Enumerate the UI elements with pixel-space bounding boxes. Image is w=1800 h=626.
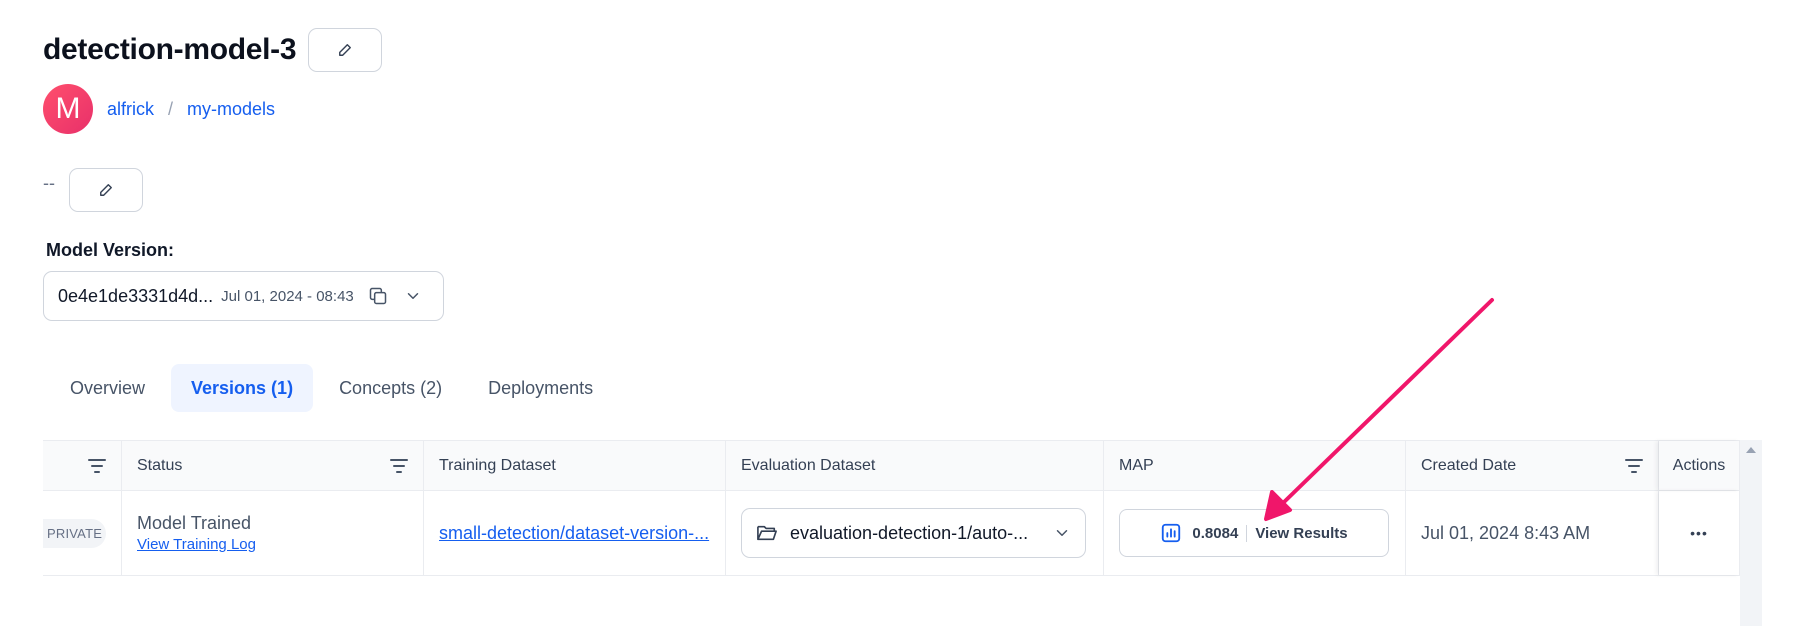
tab-overview[interactable]: Overview [50,364,165,412]
table-header-map: MAP [1104,441,1406,490]
breadcrumb-app-link[interactable]: my-models [187,99,275,120]
table-header-actions: Actions [1659,441,1740,490]
pencil-icon [339,44,352,56]
filter-icon[interactable] [87,458,107,474]
breadcrumb-user-link[interactable]: alfrick [107,99,154,120]
tab-versions[interactable]: Versions (1) [171,364,314,412]
created-date-cell: Jul 01, 2024 8:43 AM [1406,491,1659,575]
table-header-visibility [43,441,122,490]
chevron-down-icon[interactable] [404,287,422,305]
map-value: 0.8084 [1192,524,1248,542]
breadcrumb-separator: / [168,98,174,119]
chevron-down-icon [1056,530,1068,536]
map-cell: 0.8084 View Results [1104,491,1406,575]
copy-icon[interactable] [368,286,388,306]
tab-concepts[interactable]: Concepts (2) [319,364,462,412]
status-cell: Model Trained View Training Log [122,491,424,575]
filter-icon[interactable] [1624,458,1644,474]
bar-chart-icon [1162,523,1181,543]
table-header-row: Status Training Dataset Evaluation Datas… [43,441,1740,491]
evaluation-dataset-select[interactable]: evaluation-detection-1/auto-... [741,508,1086,558]
description-text: -- [43,172,55,193]
training-dataset-cell: small-detection/dataset-version-... [424,491,726,575]
pencil-icon [100,184,112,196]
model-version-date: Jul 01, 2024 - 08:43 [221,287,354,305]
status-text: Model Trained [137,513,252,533]
table-header-evaluation-dataset: Evaluation Dataset [726,441,1104,490]
model-version-label: Model Version: [46,240,175,260]
view-training-log-link[interactable]: View Training Log [137,536,256,553]
edit-title-button[interactable] [308,28,383,72]
tab-deployments[interactable]: Deployments [468,364,613,412]
evaluation-dataset-cell: evaluation-detection-1/auto-... [726,491,1104,575]
evaluation-dataset-value: evaluation-detection-1/auto-... [790,522,1029,543]
created-date-text: Jul 01, 2024 8:43 AM [1421,522,1591,543]
visibility-badge: PRIVATE [43,518,107,548]
view-results-label: View Results [1255,524,1348,542]
versions-table: Status Training Dataset Evaluation Datas… [43,440,1740,576]
more-actions-icon[interactable]: ••• [1690,525,1708,541]
avatar[interactable]: M [43,84,93,134]
model-version-id: 0e4e1de3331d4d... [58,285,214,306]
table-header-status: Status [122,441,424,490]
edit-description-button[interactable] [69,168,143,212]
vertical-scrollbar[interactable] [1740,440,1762,626]
page-title: detection-model-3 [43,33,297,66]
table-row: PRIVATE Model Trained View Training Log … [43,491,1740,575]
visibility-cell: PRIVATE [43,491,122,575]
breadcrumb: M alfrick / my-models [43,84,275,134]
tab-bar: Overview Versions (1) Concepts (2) Deplo… [50,364,619,412]
description-row: -- [43,168,143,212]
title-row: detection-model-3 [43,28,383,72]
training-dataset-link[interactable]: small-detection/dataset-version-... [439,523,709,544]
view-results-button[interactable]: 0.8084 View Results [1119,509,1389,557]
table-header-training-dataset: Training Dataset [424,441,726,490]
scroll-up-arrow-icon[interactable] [1746,447,1756,453]
table-header-created-date: Created Date [1406,441,1659,490]
model-version-select[interactable]: 0e4e1de3331d4d... Jul 01, 2024 - 08:43 [43,271,444,321]
filter-icon[interactable] [389,458,409,474]
actions-cell: ••• [1659,491,1740,575]
folder-open-icon [757,525,777,541]
